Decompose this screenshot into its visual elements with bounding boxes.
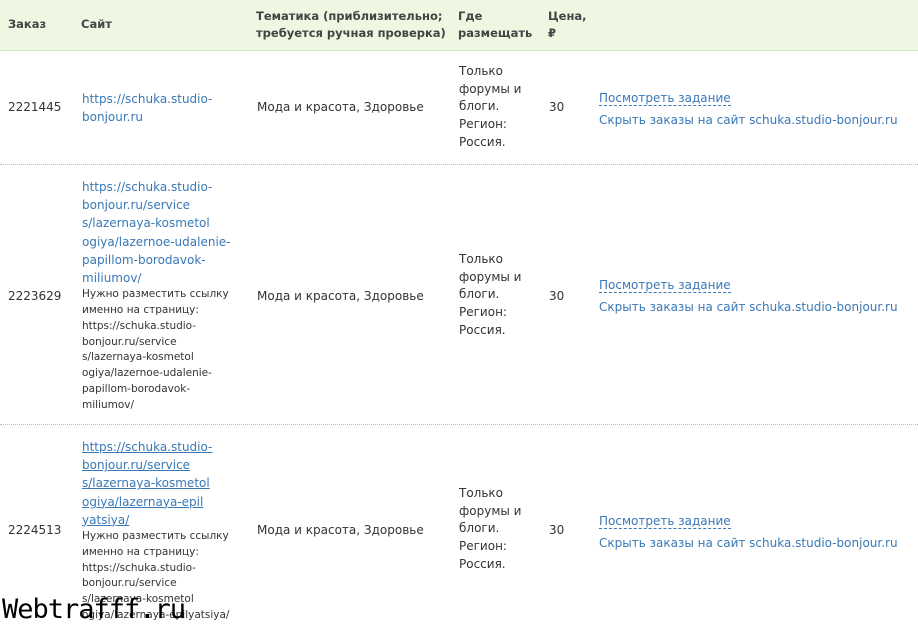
header-site: Сайт [81,17,112,31]
price-value: 30 [549,100,565,114]
site-link[interactable]: https://schuka.studio- bonjour.ru/servic… [82,178,242,287]
order-number: 2223629 [8,289,62,303]
hide-orders-link[interactable]: Скрыть заказы на сайт schuka.studio-bonj… [599,297,898,319]
view-task-label: Посмотреть задание [599,514,731,529]
header-price: Цена, ₽ [548,9,587,40]
placement-text: Только форумы и блоги. Регион: Россия. [459,252,522,337]
hide-orders-link[interactable]: Скрыть заказы на сайт schuka.studio-bonj… [599,110,898,132]
theme-text: Мода и красота, Здоровье [257,289,424,303]
site-link[interactable]: https://schuka.studio- bonjour.ru [82,90,242,126]
site-cell: https://schuka.studio- bonjour.ru [82,90,242,126]
placement-note: Нужно разместить ссылку именно на страни… [82,288,229,411]
placement-text: Только форумы и блоги. Регион: Россия. [459,64,522,149]
table-row: 2221445 https://schuka.studio- bonjour.r… [0,50,918,165]
header-order: Заказ [8,17,47,31]
theme-text: Мода и красота, Здоровье [257,523,424,537]
table-header: Заказ Сайт Тематика (приблизительно; тре… [0,0,918,51]
view-task-label: Посмотреть задание [599,278,731,293]
order-number: 2221445 [8,100,62,114]
header-where: Где размещать [458,9,533,40]
site-cell: https://schuka.studio- bonjour.ru/servic… [82,178,242,414]
price-value: 30 [549,523,565,537]
view-task-label: Посмотреть задание [599,91,731,106]
view-task-link[interactable]: Посмотреть задание [599,88,898,110]
watermark: Webtrafff.ru [2,594,186,625]
price-value: 30 [549,289,565,303]
view-task-link[interactable]: Посмотреть задание [599,275,898,297]
view-task-link[interactable]: Посмотреть задание [599,511,898,533]
row-actions: Посмотреть задание Скрыть заказы на сайт… [599,275,898,318]
table-row: 2223629 https://schuka.studio- bonjour.r… [0,165,918,425]
placement-text: Только форумы и блоги. Регион: Россия. [459,486,522,571]
row-actions: Посмотреть задание Скрыть заказы на сайт… [599,88,898,131]
row-actions: Посмотреть задание Скрыть заказы на сайт… [599,511,898,554]
site-link[interactable]: https://schuka.studio- bonjour.ru/servic… [82,438,242,529]
order-number: 2224513 [8,523,62,537]
hide-orders-link[interactable]: Скрыть заказы на сайт schuka.studio-bonj… [599,533,898,555]
theme-text: Мода и красота, Здоровье [257,100,424,114]
header-theme: Тематика (приблизительно; требуется ручн… [256,9,446,40]
